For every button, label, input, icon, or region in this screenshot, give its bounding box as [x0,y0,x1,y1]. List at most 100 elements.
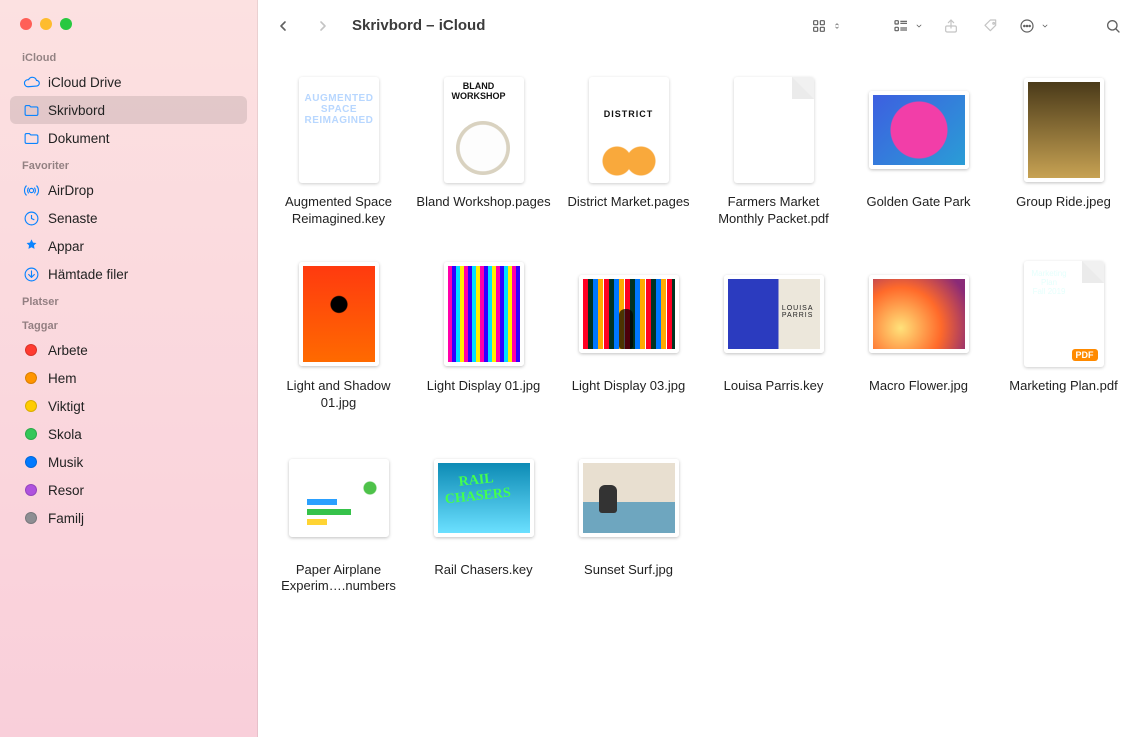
sidebar-item[interactable]: Skrivbord [10,96,247,124]
download-icon [22,265,40,283]
file-item[interactable]: Louisa Parris.key [703,258,844,412]
file-item[interactable]: Light Display 01.jpg [413,258,554,412]
sidebar-item-label: Senaste [48,211,98,226]
sidebar-tag-item[interactable]: Viktigt [10,392,247,420]
file-item[interactable]: Augmented Space Reimagined.key [268,74,409,228]
file-thumbnail [724,258,824,370]
back-button[interactable] [268,14,298,38]
file-thumbnail [869,258,969,370]
sidebar-tag-item[interactable]: Familj [10,504,247,532]
file-name-label: District Market.pages [567,194,689,211]
sidebar-section-label: Platser [10,288,247,312]
file-thumbnail [579,258,679,370]
file-item[interactable]: PDF Marketing Plan.pdf [993,258,1134,412]
file-name-label: Group Ride.jpeg [1016,194,1111,211]
file-thumbnail [289,442,389,554]
sidebar-item-label: iCloud Drive [48,75,122,90]
file-thumbnail [734,74,814,186]
sidebar-item[interactable]: AirDrop [10,176,247,204]
file-thumbnail: PDF [1024,258,1104,370]
folder-icon [22,101,40,119]
file-thumbnail [299,258,379,370]
file-item[interactable]: Light Display 03.jpg [558,258,699,412]
sidebar-item[interactable]: Senaste [10,204,247,232]
file-name-label: Macro Flower.jpg [869,378,968,395]
file-item[interactable]: Sunset Surf.jpg [558,442,699,596]
file-thumbnail [299,74,379,186]
group-by-control[interactable] [890,14,926,38]
file-item[interactable]: Farmers Market Monthly Packet.pdf [703,74,844,228]
file-thumbnail [444,258,524,370]
tags-button[interactable] [976,14,1006,38]
tag-color-icon [22,509,40,527]
chevron-down-icon [912,14,926,38]
sidebar-item-label: Familj [48,511,84,526]
search-button[interactable] [1098,14,1128,38]
sidebar-item-label: Arbete [48,343,88,358]
sidebar-item-label: Skola [48,427,82,442]
file-name-label: Light Display 03.jpg [572,378,685,395]
main-area: Skrivbord – iCloud [258,0,1144,737]
file-thumbnail [444,74,524,186]
tag-color-icon [22,341,40,359]
sidebar-item[interactable]: Appar [10,232,247,260]
folder-icon [22,129,40,147]
sidebar-item-label: Viktigt [48,399,85,414]
file-browser[interactable]: Augmented Space Reimagined.keyBland Work… [258,52,1144,737]
forward-button[interactable] [308,14,338,38]
tag-color-icon [22,397,40,415]
cloud-icon [22,73,40,91]
sidebar-item-label: Appar [48,239,84,254]
file-name-label: Paper Airplane Experim….numbers [271,562,407,596]
file-name-label: Louisa Parris.key [724,378,824,395]
sidebar-tag-item[interactable]: Arbete [10,336,247,364]
file-item[interactable]: Bland Workshop.pages [413,74,554,228]
file-item[interactable]: Group Ride.jpeg [993,74,1134,228]
updown-icon [830,14,844,38]
clock-icon [22,209,40,227]
close-window-button[interactable] [20,18,32,30]
sidebar-section-label: Taggar [10,312,247,336]
sidebar-item[interactable]: Dokument [10,124,247,152]
more-actions-button[interactable] [1016,14,1052,38]
sidebar-item-label: Hem [48,371,77,386]
tag-color-icon [22,453,40,471]
share-button[interactable] [936,14,966,38]
apps-icon [22,237,40,255]
file-name-label: Golden Gate Park [866,194,970,211]
sidebar-section-label: Favoriter [10,152,247,176]
chevron-down-icon [1038,14,1052,38]
file-item[interactable]: Paper Airplane Experim….numbers [268,442,409,596]
ellipsis-circle-icon [1016,14,1038,38]
sidebar-item-label: AirDrop [48,183,94,198]
fullscreen-window-button[interactable] [60,18,72,30]
file-item[interactable]: District Market.pages [558,74,699,228]
sidebar-item-label: Skrivbord [48,103,105,118]
file-name-label: Light Display 01.jpg [427,378,540,395]
file-thumbnail [589,74,669,186]
airdrop-icon [22,181,40,199]
toolbar: Skrivbord – iCloud [258,0,1144,52]
file-name-label: Sunset Surf.jpg [584,562,673,579]
sidebar-item[interactable]: iCloud Drive [10,68,247,96]
sidebar-section-label: iCloud [10,44,247,68]
file-name-label: Marketing Plan.pdf [1009,378,1117,395]
sidebar-tag-item[interactable]: Skola [10,420,247,448]
file-name-label: Rail Chasers.key [434,562,532,579]
view-mode-control[interactable] [808,14,844,38]
file-item[interactable]: Rail Chasers.key [413,442,554,596]
minimize-window-button[interactable] [40,18,52,30]
sidebar-tag-item[interactable]: Musik [10,448,247,476]
sidebar-item[interactable]: Hämtade filer [10,260,247,288]
sidebar-item-label: Musik [48,455,83,470]
sidebar-tag-item[interactable]: Hem [10,364,247,392]
file-item[interactable]: Macro Flower.jpg [848,258,989,412]
file-thumbnail [434,442,534,554]
window-controls [10,10,247,44]
sidebar-tag-item[interactable]: Resor [10,476,247,504]
sidebar-item-label: Hämtade filer [48,267,128,282]
file-item[interactable]: Light and Shadow 01.jpg [268,258,409,412]
group-icon [890,14,912,38]
file-item[interactable]: Golden Gate Park [848,74,989,228]
sidebar: iCloud iCloud Drive Skrivbord DokumentFavor… [0,0,258,737]
